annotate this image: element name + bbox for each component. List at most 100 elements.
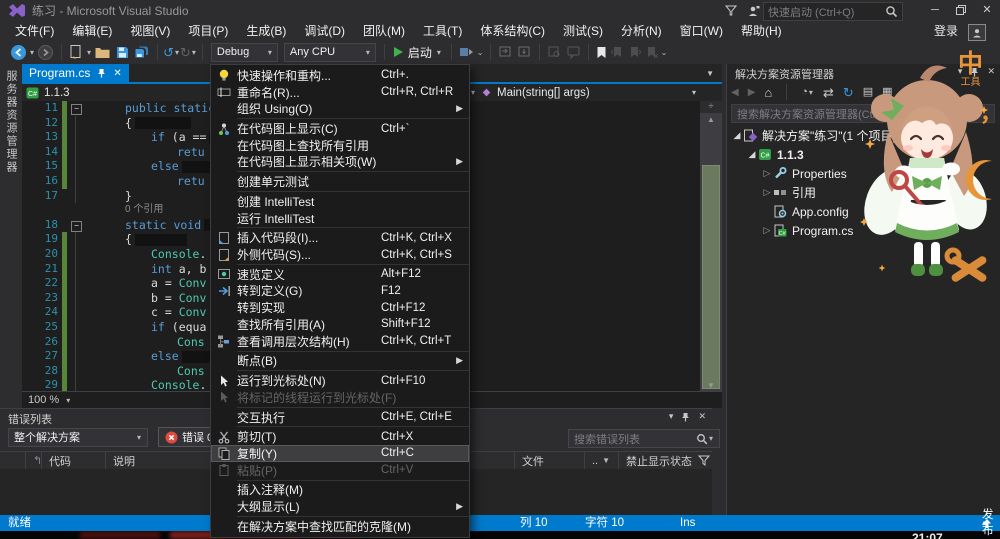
bookmark-clear-icon[interactable] [645, 46, 658, 59]
find-in-files-icon[interactable] [547, 45, 562, 59]
restore-button[interactable] [948, 0, 974, 20]
step-into-icon[interactable] [517, 45, 532, 59]
preview-selected-items-icon[interactable]: ▦ [882, 86, 892, 99]
context-menu-item[interactable]: 速览定义 Alt+F12 [211, 266, 469, 283]
close-tab-icon[interactable]: ✕ [113, 68, 121, 79]
open-file-button[interactable] [94, 45, 111, 60]
new-file-dropdown-icon[interactable]: ▾ [87, 48, 91, 57]
navigate-forward-button[interactable] [37, 44, 54, 61]
forward-icon[interactable]: ▶ [748, 86, 756, 99]
tree-collapsed-arrow-icon[interactable]: ▷ [761, 187, 773, 198]
pin-icon[interactable] [681, 412, 690, 422]
scope-filter-combo[interactable]: 整个解决方案 ▾ [8, 427, 148, 447]
context-menu-item[interactable]: 在解决方案中查找匹配的克隆(M) [211, 518, 469, 535]
navigate-back-button[interactable] [10, 44, 27, 61]
context-menu-item[interactable]: 在代码图上查找所有引用 [211, 137, 469, 154]
code-column-header[interactable]: 代码 [42, 452, 106, 469]
step-over-icon[interactable] [498, 45, 513, 59]
context-menu-item[interactable]: 创建 IntelliTest [211, 193, 469, 210]
attach-debugger-icon[interactable] [459, 45, 474, 59]
document-list-dropdown-icon[interactable]: ▼ [706, 69, 714, 78]
context-menu-item[interactable]: 插入代码段(I)... Ctrl+K, Ctrl+X [211, 229, 469, 246]
menubar-item[interactable]: 编辑(E) [63, 22, 121, 40]
member-dropdown[interactable]: ▾ Main(string[] args) ▾ [470, 87, 696, 99]
save-all-button[interactable] [134, 45, 150, 60]
context-menu-item[interactable]: 在代码图上显示(C) Ctrl+` [211, 120, 469, 137]
menubar-item[interactable]: 窗口(W) [671, 22, 732, 40]
context-menu-item[interactable]: 断点(B) ▶ [211, 353, 469, 370]
close-panel-icon[interactable]: ✕ [987, 66, 995, 77]
window-position-dropdown-icon[interactable]: ▾ [669, 411, 674, 422]
error-list-search[interactable]: 搜索错误列表 ▾ [568, 429, 720, 448]
sync-with-active-document-icon[interactable]: ⇄ [823, 86, 834, 99]
minimize-button[interactable]: ─ [922, 0, 948, 20]
suppression-column-header[interactable]: 禁止显示状态 [619, 452, 711, 469]
context-menu-item[interactable]: 外侧代码(S)... Ctrl+K, Ctrl+S [211, 246, 469, 263]
fold-collapse-icon[interactable]: − [67, 101, 85, 116]
tree-expanded-arrow-icon[interactable]: ◢ [731, 130, 743, 141]
start-debugging-button[interactable]: 启动 ▾ [393, 44, 442, 61]
redo-button[interactable]: ↻ [180, 46, 191, 59]
context-menu-item[interactable]: 转到定义(G) F12 [211, 283, 469, 300]
menubar-item[interactable]: 视图(V) [121, 22, 179, 40]
context-menu-item[interactable]: 运行 IntelliTest [211, 210, 469, 227]
tree-expanded-arrow-icon[interactable]: ◢ [746, 149, 758, 160]
menubar-item[interactable]: 帮助(H) [732, 22, 791, 40]
menubar-item[interactable]: 工具(T) [414, 22, 471, 40]
tree-collapsed-arrow-icon[interactable]: ▷ [761, 168, 773, 179]
context-menu-item[interactable]: 创建单元测试 [211, 173, 469, 190]
sign-in-link[interactable]: 登录 [934, 22, 958, 41]
file-column-header[interactable]: 文件 [515, 452, 585, 469]
tree-item-sln[interactable]: ◢ 解决方案"练习"(1 个项目) [727, 126, 1000, 145]
scrollbar-thumb[interactable] [702, 165, 720, 389]
tree-item-wrench[interactable]: ▷ Properties [727, 164, 1000, 183]
order-column-header[interactable]: ↰ [26, 452, 42, 469]
menubar-item[interactable]: 调试(D) [295, 22, 354, 40]
menubar-item[interactable]: 生成(B) [237, 22, 295, 40]
tree-collapsed-arrow-icon[interactable]: ▷ [761, 225, 773, 236]
platform-combo[interactable]: Any CPU ▾ [283, 42, 376, 62]
avatar[interactable] [968, 24, 986, 41]
tab-program-cs[interactable]: Program.cs ✕ [22, 64, 129, 82]
context-menu-item[interactable]: 在代码图上显示相关项(W) ▶ [211, 154, 469, 171]
tree-item-refs[interactable]: ▷ 引用 [727, 183, 1000, 202]
context-menu-item[interactable]: 大纲显示(L) ▶ [211, 498, 469, 515]
tree-item-csproj[interactable]: ◢ C# 1.1.3 [727, 145, 1000, 164]
new-file-button[interactable] [69, 44, 84, 60]
context-menu-item[interactable]: 查找所有引用(A) Shift+F12 [211, 316, 469, 333]
context-menu-item[interactable]: 插入注释(M) [211, 482, 469, 499]
undo-button[interactable]: ↺ [163, 46, 174, 59]
pending-changes-filter-icon[interactable]: ◔▾ [801, 86, 814, 99]
undo-dropdown-icon[interactable]: ▾ [175, 48, 179, 57]
redo-dropdown-icon[interactable]: ▾ [192, 48, 196, 57]
context-menu-item[interactable]: 交互执行 Ctrl+E, Ctrl+E [211, 409, 469, 426]
server-explorer-vertical-tab[interactable]: 服务器资源管理器 [1, 70, 21, 174]
solution-explorer-search[interactable]: 搜索解决方案资源管理器(Ctrl+;) [731, 104, 995, 123]
tree-item-config[interactable]: App.config [727, 202, 1000, 221]
attach-dropdown-icon[interactable]: ⌄ [477, 48, 484, 57]
pin-icon[interactable] [97, 68, 106, 78]
menubar-item[interactable]: 测试(S) [554, 22, 612, 40]
menubar-item[interactable]: 分析(N) [612, 22, 671, 40]
toolbar-overflow-icon[interactable]: ⌄ [661, 48, 668, 57]
context-menu-item[interactable]: 复制(Y) Ctrl+C [211, 445, 469, 462]
menubar-item[interactable]: 文件(F) [6, 22, 63, 40]
severity-column-header[interactable] [0, 452, 26, 469]
context-menu-item[interactable]: 快速操作和重构... Ctrl+. [211, 67, 469, 84]
fold-collapse-icon[interactable]: − [67, 218, 85, 233]
scroll-up-icon[interactable]: ▲ [700, 115, 722, 124]
home-icon[interactable]: ⌂ [764, 86, 772, 99]
save-button[interactable] [115, 45, 130, 60]
menubar-item[interactable]: 项目(P) [179, 22, 237, 40]
context-menu-item[interactable]: 重命名(R)... Ctrl+R, Ctrl+R [211, 84, 469, 101]
editor-zoom-control[interactable]: 100 % ▾ [22, 394, 71, 406]
context-menu-item[interactable]: 剪切(T) Ctrl+X [211, 428, 469, 445]
dots-column-header[interactable]: .. ▼ [585, 452, 619, 469]
quick-launch-search[interactable]: 快速启动 (Ctrl+Q) [763, 2, 903, 21]
send-feedback-person-icon[interactable] [748, 5, 760, 17]
refresh-icon[interactable]: ↻ [843, 86, 854, 99]
context-menu-item[interactable]: 运行到光标处(N) Ctrl+F10 [211, 372, 469, 389]
project-dropdown[interactable]: C# 1.1.3 [22, 87, 70, 99]
close-button[interactable]: ✕ [974, 0, 1000, 20]
scroll-down-icon[interactable]: ▼ [700, 381, 722, 390]
